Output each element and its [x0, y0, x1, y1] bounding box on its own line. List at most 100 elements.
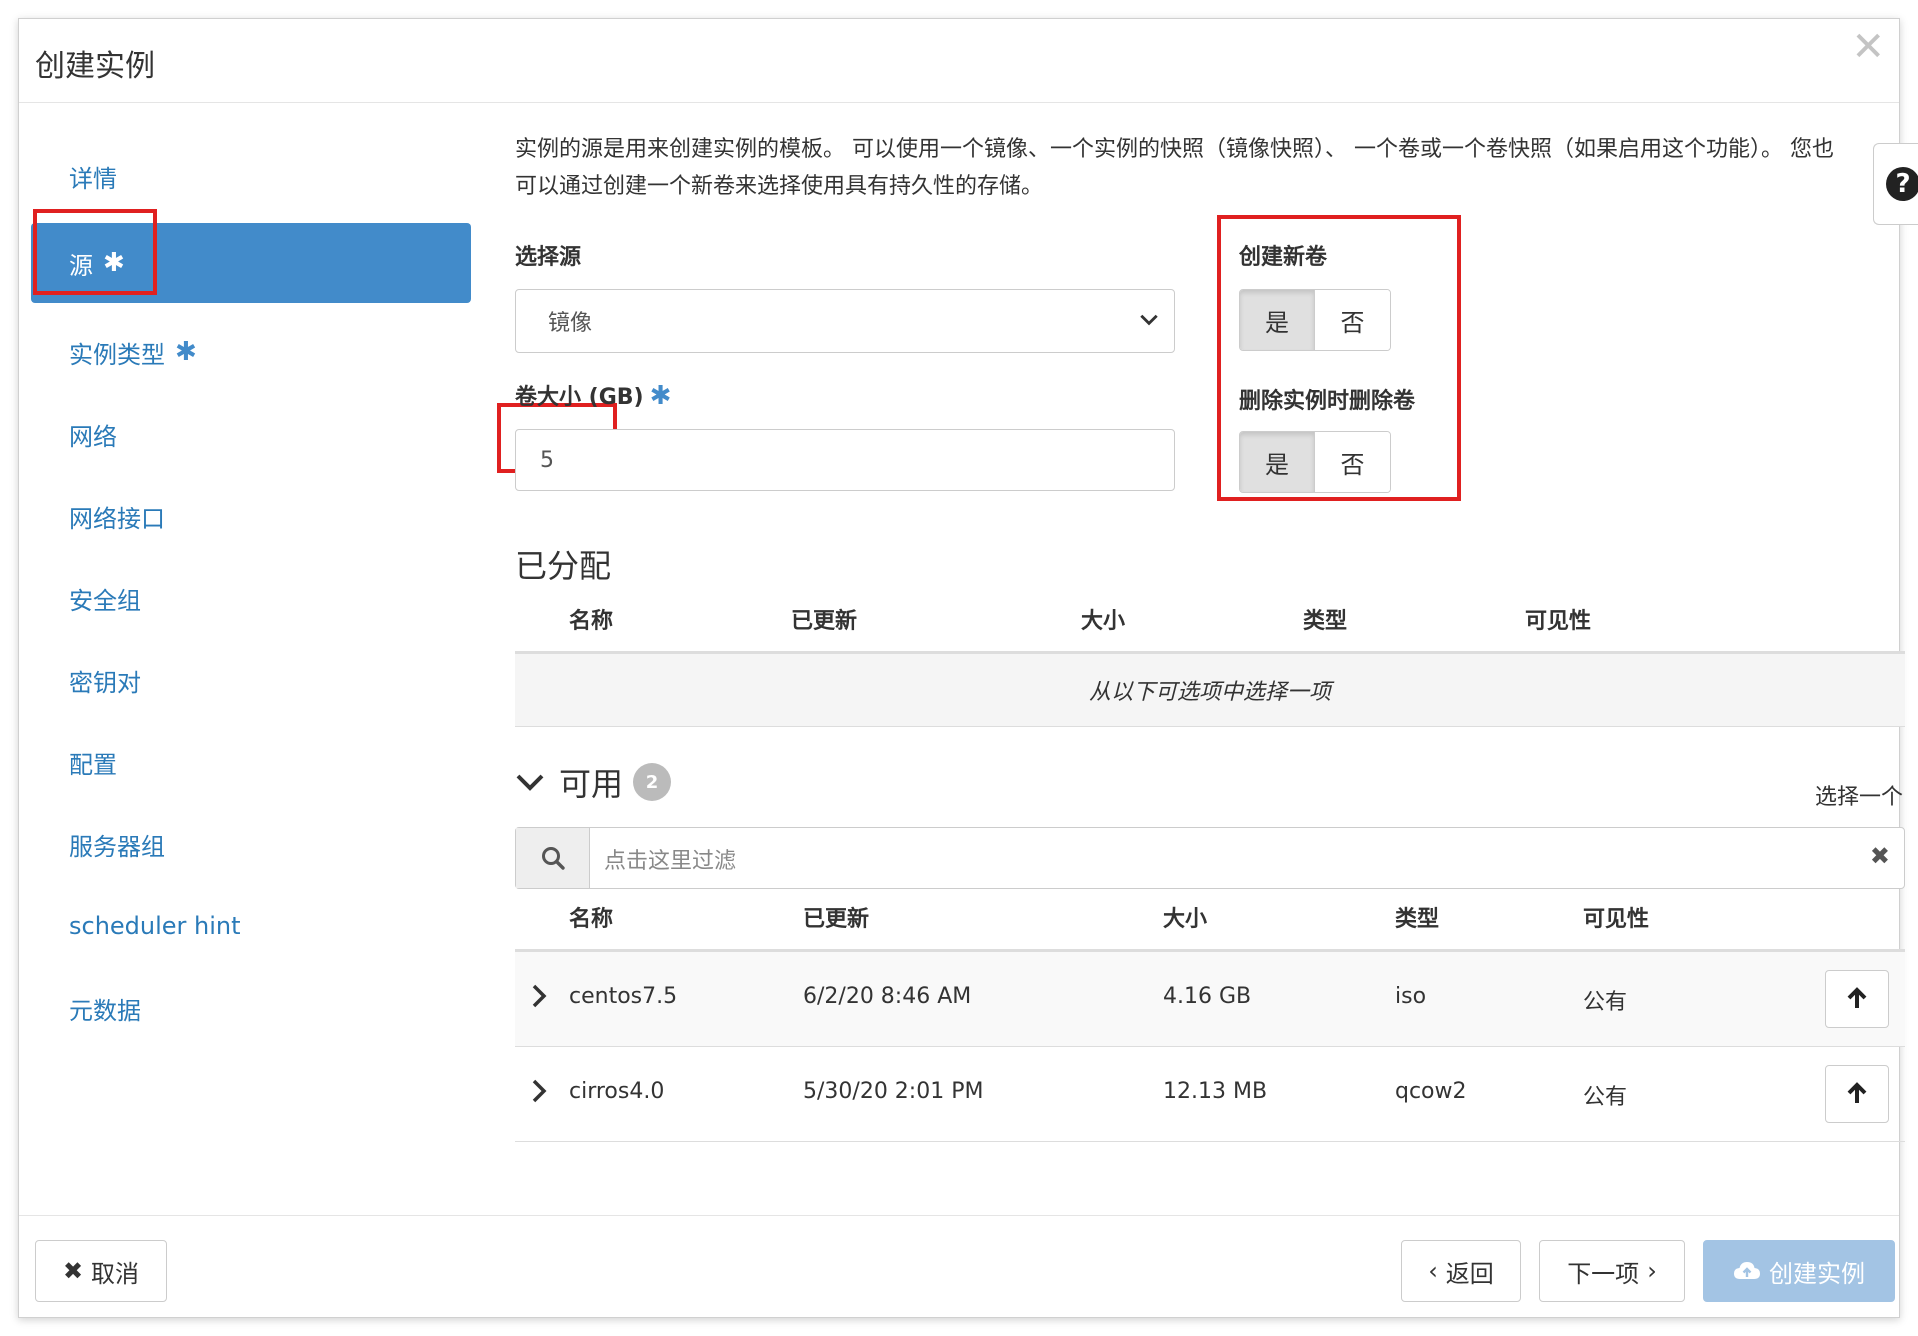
cancel-button[interactable]: ✖ 取消 [35, 1240, 167, 1302]
nav-item-networks[interactable]: 网络 [31, 401, 471, 467]
nav-item-security-groups[interactable]: 安全组 [31, 565, 471, 631]
next-button[interactable]: 下一项 › [1539, 1240, 1685, 1302]
row-size: 12.13 MB [1163, 1079, 1268, 1104]
chevron-right-icon[interactable] [529, 1077, 549, 1105]
available-col-visibility[interactable]: 可见性 [1583, 901, 1649, 933]
help-button[interactable]: ? [1873, 143, 1918, 225]
create-volume-toggle: 是 否 [1239, 289, 1391, 351]
nav-item-label: 密钥对 [69, 668, 141, 697]
allocated-col-updated[interactable]: 已更新 [791, 603, 857, 635]
available-col-name[interactable]: 名称 [569, 901, 613, 933]
required-icon: ✱ [103, 248, 125, 278]
select-source-label: 选择源 [515, 245, 582, 270]
chevron-right-icon[interactable] [529, 982, 549, 1010]
next-label: 下一项 [1567, 1259, 1640, 1288]
allocated-col-visibility[interactable]: 可见性 [1525, 603, 1591, 635]
nav-item-label: scheduler hint [69, 912, 241, 940]
create-instance-dialog: 创建实例 ✕ 详情 源 ✱ 实例类型 ✱ 网络 网络接口 安全组 密钥对 配置 [18, 18, 1918, 1319]
nav-item-label: 网络 [69, 422, 117, 451]
nav-item-label: 详情 [69, 164, 117, 193]
nav-item-source[interactable]: 源 ✱ [31, 223, 471, 303]
chevron-down-icon [1140, 314, 1158, 326]
create-instance-label: 创建实例 [1769, 1259, 1865, 1288]
nav-item-scheduler-hint[interactable]: scheduler hint [31, 893, 471, 959]
nav-item-key-pair[interactable]: 密钥对 [31, 647, 471, 713]
nav-item-label: 安全组 [69, 586, 141, 615]
available-col-type[interactable]: 类型 [1395, 901, 1439, 933]
back-label: 返回 [1445, 1259, 1494, 1288]
cloud-upload-icon [1734, 1262, 1760, 1279]
help-text: 实例的源是用来创建实例的模板。 可以使用一个镜像、一个实例的快照（镜像快照）、 … [515, 137, 1834, 199]
nav-item-label: 服务器组 [69, 832, 165, 861]
table-row: cirros4.0 5/30/20 2:01 PM 12.13 MB qcow2… [515, 1047, 1905, 1141]
nav-item-configuration[interactable]: 配置 [31, 729, 471, 795]
nav-item-details[interactable]: 详情 [31, 143, 471, 209]
allocate-button[interactable] [1825, 1065, 1889, 1123]
row-type: iso [1395, 984, 1427, 1009]
nav-item-metadata[interactable]: 元数据 [31, 975, 471, 1041]
row-size: 4.16 GB [1163, 984, 1252, 1009]
nav-item-network-ports[interactable]: 网络接口 [31, 483, 471, 549]
nav-item-flavor[interactable]: 实例类型 ✱ [31, 319, 471, 385]
row-updated: 6/2/20 8:46 AM [803, 984, 972, 1009]
chevron-down-icon [516, 774, 544, 791]
create-volume-no-button[interactable]: 否 [1315, 290, 1390, 350]
row-visibility: 公有 [1583, 1085, 1628, 1110]
row-updated: 5/30/20 2:01 PM [803, 1079, 984, 1104]
select-one-label: 选择一个 [1814, 785, 1903, 810]
arrow-up-icon [1847, 987, 1867, 1008]
volume-size-input[interactable]: 5 [515, 429, 1175, 491]
close-icon: ✖ [62, 1257, 84, 1285]
table-divider [515, 726, 1905, 727]
row-visibility: 公有 [1583, 990, 1628, 1015]
wizard-nav: 详情 源 ✱ 实例类型 ✱ 网络 网络接口 安全组 密钥对 配置 服务器组 sc… [31, 143, 471, 1057]
arrow-up-icon [1847, 1082, 1867, 1103]
nav-item-label: 元数据 [69, 996, 141, 1025]
allocated-empty-message: 从以下可选项中选择一项 [515, 654, 1905, 726]
filter-search-box: 点击这里过滤 ✖ [515, 827, 1905, 889]
create-volume-yes-button[interactable]: 是 [1240, 290, 1315, 350]
volume-size-label: 卷大小 (GB) ✱ [515, 379, 671, 411]
dialog-footer: ✖ 取消 ‹ 返回 下一项 › 创建实例 [19, 1215, 1899, 1319]
required-icon: ✱ [175, 337, 197, 367]
chevron-left-icon: ‹ [1428, 1257, 1438, 1285]
nav-item-server-groups[interactable]: 服务器组 [31, 811, 471, 877]
nav-item-label: 源 [69, 251, 93, 280]
create-volume-label: 创建新卷 [1239, 245, 1328, 270]
search-icon-addon [516, 828, 590, 888]
select-source-value: 镜像 [548, 311, 593, 336]
delete-volume-toggle: 是 否 [1239, 431, 1391, 493]
chevron-right-icon: › [1647, 1257, 1657, 1285]
available-header[interactable]: 可用 2 [515, 759, 672, 805]
dialog-header: 创建实例 ✕ [19, 19, 1899, 103]
available-count-badge: 2 [633, 763, 672, 801]
close-icon[interactable]: ✕ [1851, 27, 1885, 67]
required-icon: ✱ [649, 381, 672, 411]
nav-item-label: 网络接口 [69, 504, 165, 533]
table-row: centos7.5 6/2/20 8:46 AM 4.16 GB iso 公有 [515, 952, 1905, 1046]
allocated-title: 已分配 [515, 547, 612, 585]
delete-volume-no-button[interactable]: 否 [1315, 432, 1390, 492]
allocated-col-size[interactable]: 大小 [1081, 603, 1125, 635]
allocate-button[interactable] [1825, 970, 1889, 1028]
allocated-col-name[interactable]: 名称 [569, 603, 613, 635]
source-step-content: 实例的源是用来创建实例的模板。 可以使用一个镜像、一个实例的快照（镜像快照）、 … [515, 131, 1918, 1142]
delete-volume-yes-button[interactable]: 是 [1240, 432, 1315, 492]
cancel-label: 取消 [91, 1259, 140, 1288]
available-col-updated[interactable]: 已更新 [803, 901, 869, 933]
filter-input[interactable]: 点击这里过滤 [604, 843, 736, 875]
nav-item-label: 配置 [69, 750, 117, 779]
allocated-col-type[interactable]: 类型 [1303, 603, 1347, 635]
delete-volume-label: 删除实例时删除卷 [1239, 389, 1416, 414]
select-source-dropdown[interactable]: 镜像 [515, 289, 1175, 353]
row-name: cirros4.0 [569, 1079, 665, 1104]
clear-filter-icon[interactable]: ✖ [1870, 842, 1890, 870]
back-button[interactable]: ‹ 返回 [1401, 1240, 1521, 1302]
volume-size-label-text: 卷大小 (GB) [515, 385, 644, 410]
available-col-size[interactable]: 大小 [1163, 901, 1207, 933]
nav-item-label: 实例类型 [69, 340, 165, 369]
row-name: centos7.5 [569, 984, 678, 1009]
create-instance-button[interactable]: 创建实例 [1703, 1240, 1895, 1302]
question-icon: ? [1886, 167, 1918, 201]
table-divider [515, 1141, 1905, 1142]
